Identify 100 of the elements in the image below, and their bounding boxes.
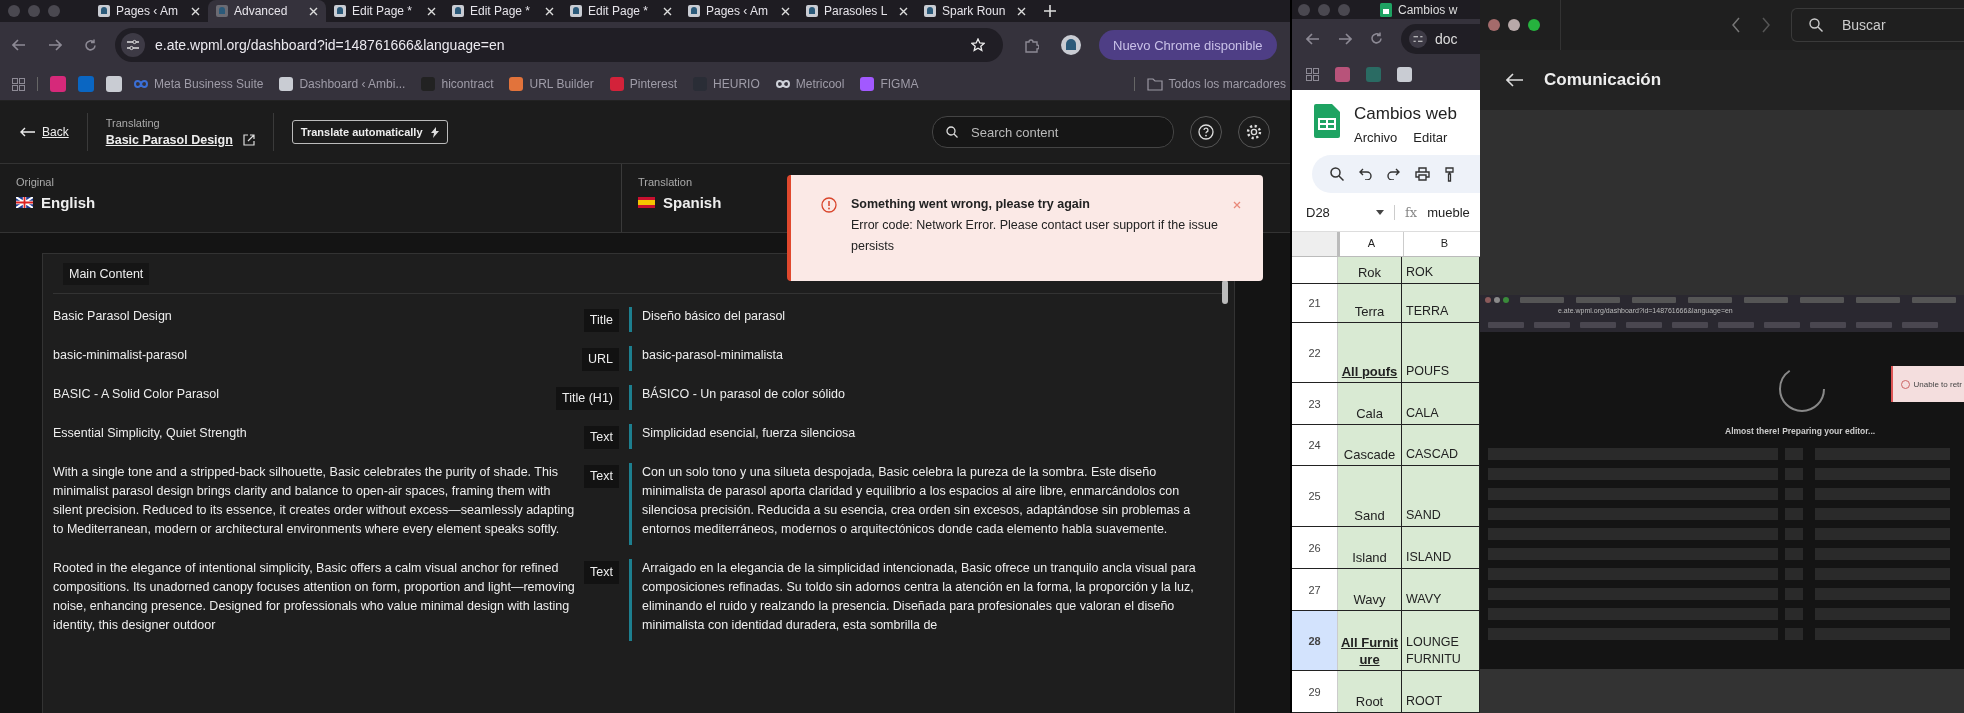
- table-cell[interactable]: LOUNGE FURNITU: [1402, 611, 1480, 670]
- profile-icon[interactable]: [1061, 35, 1081, 55]
- bookmark-icon[interactable]: [1397, 66, 1412, 82]
- address-bar[interactable]: e.ate.wpml.org/dashboard?id=148761666&language=en: [115, 28, 1003, 62]
- translation-text[interactable]: Diseño básico del parasol: [629, 307, 1204, 332]
- help-button[interactable]: [1190, 116, 1222, 148]
- source-text: BASIC - A Solid Color Parasol: [53, 386, 221, 403]
- table-cell[interactable]: Cascade: [1338, 425, 1402, 465]
- back-icon[interactable]: [1306, 32, 1320, 45]
- search-field[interactable]: Buscar: [1791, 8, 1964, 42]
- bookmark-icon: [509, 77, 524, 91]
- new-tab-icon[interactable]: [1044, 5, 1056, 17]
- browser-tab[interactable]: Cambios w: [1380, 2, 1458, 17]
- table-cell[interactable]: POUFS: [1402, 323, 1480, 382]
- redo-icon[interactable]: [1387, 168, 1400, 180]
- forward-chevron-icon[interactable]: [1761, 17, 1771, 33]
- bookmark-icon: [421, 77, 436, 91]
- error-icon: [821, 197, 837, 213]
- bookmark[interactable]: Pinterest: [609, 77, 678, 91]
- bookmark[interactable]: Dashboard ‹ Ambi...: [279, 77, 406, 91]
- menu-item[interactable]: Archivo: [1354, 130, 1398, 145]
- close-window-button[interactable]: [1488, 19, 1500, 31]
- bookmark[interactable]: FIGMA: [860, 77, 919, 91]
- address-bar[interactable]: doc: [1401, 23, 1480, 54]
- minimize-window-button[interactable]: [1508, 19, 1520, 31]
- site-settings-icon[interactable]: [121, 33, 145, 57]
- table-cell[interactable]: Terra: [1338, 284, 1402, 322]
- reload-icon[interactable]: [1370, 32, 1383, 46]
- bookmark[interactable]: hicontract: [421, 77, 494, 91]
- table-cell[interactable]: All poufs: [1338, 323, 1402, 382]
- table-cell[interactable]: Sand: [1338, 466, 1402, 526]
- table-cell[interactable]: Wavy: [1338, 569, 1402, 610]
- source-text: Essential Simplicity, Quiet Strength: [53, 425, 248, 442]
- browser-tab[interactable]: Spark Roun: [916, 0, 1034, 22]
- browser-tab[interactable]: Edit Page *: [326, 0, 444, 22]
- menu-item[interactable]: Editar: [1413, 130, 1448, 145]
- zoom-window-button[interactable]: [1528, 19, 1540, 31]
- translation-text[interactable]: BÁSICO - Un parasol de color sólido: [629, 385, 1204, 410]
- forward-icon[interactable]: [1338, 32, 1352, 45]
- dropdown-icon[interactable]: [1376, 209, 1384, 215]
- translation-text[interactable]: Simplicidad esencial, fuerza silenciosa: [629, 424, 1204, 449]
- table-cell[interactable]: All Furniture: [1338, 611, 1402, 670]
- apps-icon[interactable]: [1306, 67, 1319, 81]
- cell-reference[interactable]: D28: [1306, 204, 1366, 220]
- table-cell[interactable]: ISLAND: [1402, 527, 1480, 568]
- bookmark-icon: [775, 77, 790, 91]
- browser-tab[interactable]: Pages ‹ Am: [680, 0, 798, 22]
- scrollbar[interactable]: [1222, 280, 1228, 304]
- table-cell[interactable]: WAVY: [1402, 569, 1480, 610]
- translation-text[interactable]: basic-parasol-minimalista: [629, 346, 1204, 371]
- browser-tab[interactable]: Edit Page *: [444, 0, 562, 22]
- page-title-link[interactable]: Basic Parasol Design: [105, 133, 233, 147]
- search-field[interactable]: Search content: [932, 116, 1174, 148]
- table-cell[interactable]: ROOT: [1402, 671, 1480, 712]
- bookmark[interactable]: Meta Business Suite: [134, 77, 264, 91]
- table-cell[interactable]: ROK: [1402, 257, 1480, 283]
- back-icon[interactable]: [12, 39, 26, 51]
- document-title[interactable]: Cambios web: [1354, 104, 1457, 124]
- toast-message: Error code: Network Error. Please contact user support if the issue persists: [851, 217, 1219, 255]
- paint-format-icon[interactable]: [1445, 166, 1454, 182]
- row-number[interactable]: 28: [1292, 611, 1338, 670]
- bookmark[interactable]: URL Builder: [509, 77, 594, 91]
- browser-tab[interactable]: Parasoles L: [798, 0, 916, 22]
- spain-flag-icon: [638, 197, 655, 208]
- external-link-icon[interactable]: [242, 134, 255, 146]
- back-chevron-icon[interactable]: [1731, 17, 1741, 33]
- original-label: Original: [16, 176, 55, 188]
- extensions-icon[interactable]: [1025, 37, 1039, 53]
- browser-tab[interactable]: Pages ‹ Am: [90, 0, 208, 22]
- formula-value[interactable]: mueble: [1427, 204, 1470, 220]
- source-text: basic-minimalist-parasol: [53, 347, 189, 364]
- table-cell[interactable]: TERRA: [1402, 284, 1480, 322]
- table-cell[interactable]: Root: [1338, 671, 1402, 712]
- table-cell[interactable]: CALA: [1402, 383, 1480, 424]
- print-icon[interactable]: [1415, 167, 1430, 181]
- settings-button[interactable]: [1238, 116, 1270, 148]
- table-cell[interactable]: SAND: [1402, 466, 1480, 526]
- table-cell[interactable]: Island: [1338, 527, 1402, 568]
- apps-icon[interactable]: [12, 77, 25, 91]
- search-icon[interactable]: [1330, 167, 1344, 181]
- browser-tab[interactable]: Edit Page *: [562, 0, 680, 22]
- bookmark-star-icon[interactable]: [971, 38, 985, 52]
- table-cell[interactable]: CASCAD: [1402, 425, 1480, 465]
- translation-text[interactable]: Con un solo tono y una silueta despojada, Basic celebra la pureza de la sombra. Este diseño minimalista de parasol aporta claridad y equilibrio a los espacios al aire libre, enmarcándolos con silenciosa precisión. Reducida a su esencia, crea orden sin excesos, adaptándose sin problemas a entornos mediterráneos, modernos o arquitectónicos donde cada elemento habla suavemente.: [629, 463, 1204, 545]
- sheets-logo-icon: [1314, 104, 1340, 138]
- bookmark[interactable]: HEURIO: [693, 77, 760, 91]
- bookmark-icon: [860, 77, 875, 91]
- table-cell[interactable]: Cala: [1338, 383, 1402, 424]
- table-cell[interactable]: Rok: [1338, 257, 1402, 283]
- forward-icon[interactable]: [48, 39, 62, 51]
- all-bookmarks[interactable]: Todos los marcadores: [1146, 77, 1286, 91]
- browser-tab[interactable]: Advanced: [208, 0, 326, 22]
- back-arrow-icon[interactable]: [1506, 73, 1524, 87]
- back-link[interactable]: Back: [20, 125, 69, 139]
- translate-automatically-button[interactable]: Translate automatically: [291, 120, 448, 144]
- update-chrome-button[interactable]: Nuevo Chrome disponible: [1099, 30, 1277, 60]
- undo-icon[interactable]: [1359, 168, 1372, 180]
- translation-text[interactable]: Arraigado en la elegancia de la simplicidad intencionada, Basic ofrece un tranquilo ancla visual para composiciones refinadas. Su toldo sin adornos centra la atención en la forma, la proporción y la luz, eliminando el ruido y realzando la presencia. Diseñada para profesionales que valoran el diseño minimalista con identidad duradera, esta sombrilla de: [629, 559, 1204, 641]
- reload-icon[interactable]: [84, 38, 97, 52]
- bookmark[interactable]: Metricool: [775, 77, 845, 91]
